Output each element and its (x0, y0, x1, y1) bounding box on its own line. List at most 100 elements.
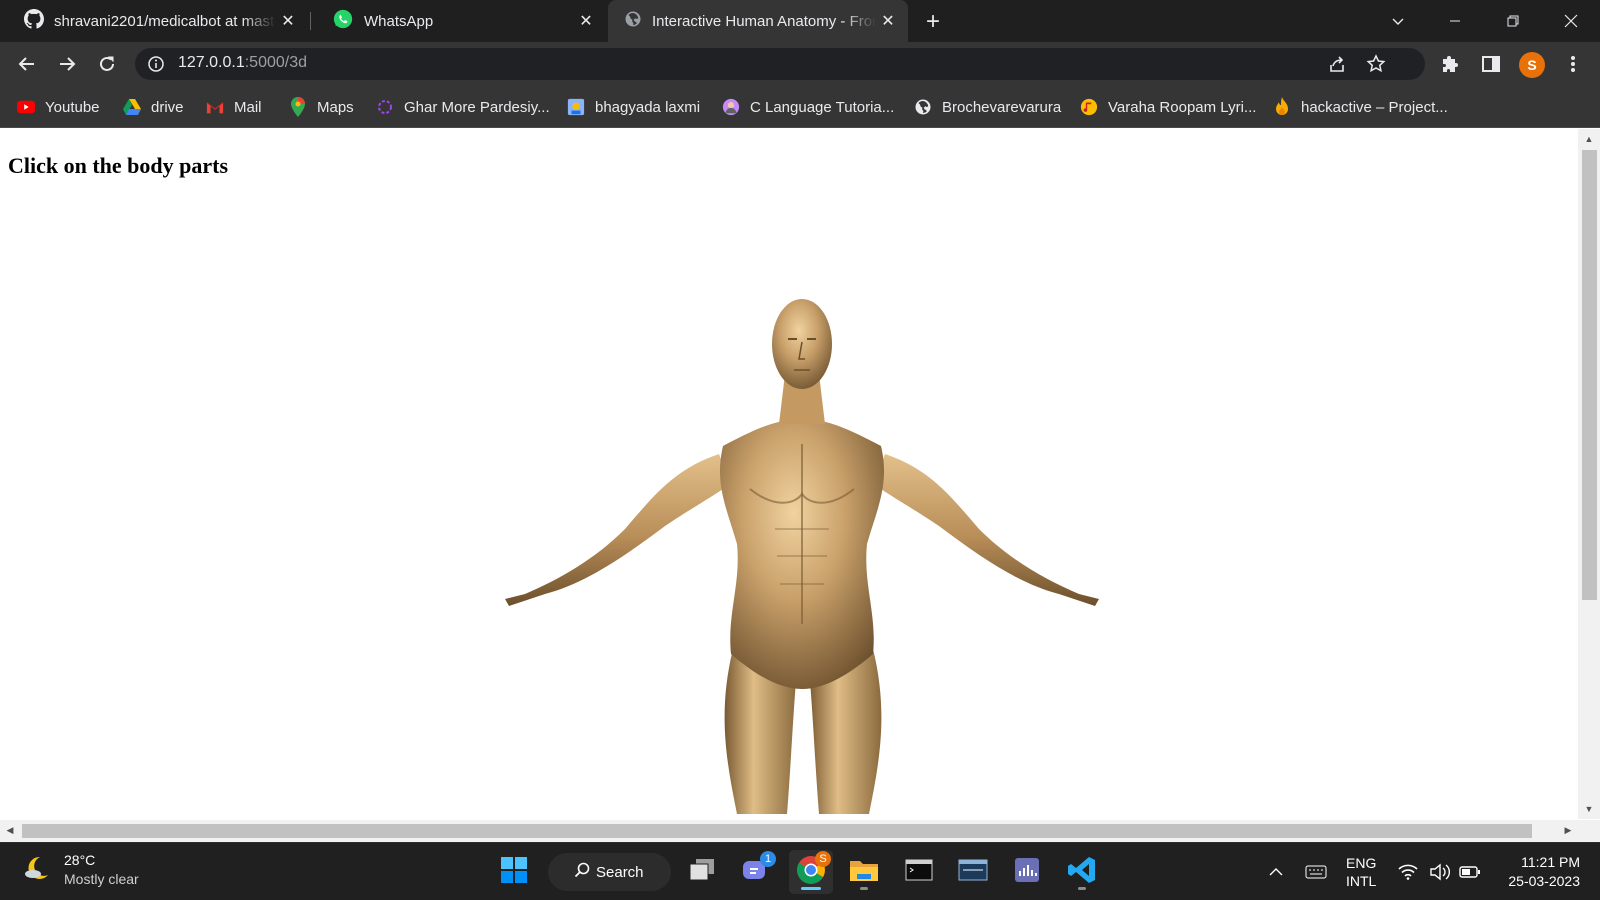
bookmark-label: Ghar More Pardesiy... (404, 98, 550, 116)
moon-cloud-icon (22, 853, 52, 888)
active-app-indicator (801, 887, 821, 890)
globe-icon (914, 98, 932, 116)
file-explorer-button[interactable] (842, 850, 886, 894)
url-path: :5000/3d (244, 54, 308, 71)
url-text[interactable]: 127.0.0.1:5000/3d (178, 54, 307, 72)
bookmark-label: C Language Tutoria... (750, 98, 895, 116)
scroll-right-icon[interactable]: ▶ (1563, 825, 1573, 835)
tab-separator (310, 12, 311, 30)
github-icon (24, 9, 44, 33)
music-icon (1080, 98, 1098, 116)
anatomy-3d-model[interactable] (505, 294, 1105, 814)
tab-search-chevron-down-icon[interactable] (1375, 0, 1421, 42)
forward-arrow-icon[interactable] (53, 50, 81, 78)
search-icon (574, 862, 590, 882)
keyboard-icon[interactable] (1305, 843, 1327, 901)
bookmark-brochevarevarura[interactable]: Brochevarevarura (914, 95, 1061, 119)
scroll-down-icon[interactable]: ▼ (1584, 804, 1594, 814)
tab-title: shravani2201/medicalbot at master (54, 12, 276, 30)
app-button[interactable] (1005, 850, 1049, 894)
task-view-icon (688, 858, 716, 887)
address-bar[interactable]: 127.0.0.1:5000/3d (135, 48, 1425, 80)
battery-icon[interactable] (1459, 843, 1481, 901)
bookmark-bhagyada[interactable]: bhagyada laxmi (567, 95, 700, 119)
tab-anatomy[interactable]: Interactive Human Anatomy - Front View ✕ (608, 0, 908, 42)
teams-chat-button[interactable]: 1 (734, 850, 778, 894)
url-host: 127.0.0.1 (178, 54, 245, 71)
terminal-button[interactable] (897, 850, 941, 894)
tab-github[interactable]: shravani2201/medicalbot at master ✕ (8, 0, 308, 42)
bookmark-varaha-roopam[interactable]: Varaha Roopam Lyri... (1080, 95, 1256, 119)
wifi-icon[interactable] (1398, 843, 1418, 901)
horizontal-scrollbar[interactable]: ◀ ▶ (0, 820, 1600, 842)
youtube-icon (17, 98, 35, 116)
scroll-left-icon[interactable]: ◀ (5, 825, 15, 835)
left-arm (505, 454, 730, 606)
language-indicator[interactable]: ENG INTL (1346, 843, 1376, 901)
whatsapp-icon (332, 8, 354, 34)
taskbar-search[interactable]: Search (548, 853, 671, 891)
site-info-icon[interactable] (147, 55, 165, 78)
scroll-up-icon[interactable]: ▲ (1584, 134, 1594, 144)
bookmark-maps[interactable]: Maps (289, 95, 354, 119)
more-menu-icon[interactable] (1559, 50, 1587, 78)
tab-close-icon[interactable]: ✕ (574, 9, 598, 33)
extensions-puzzle-icon[interactable] (1437, 50, 1465, 78)
weather-widget[interactable]: 28°C Mostly clear (22, 851, 139, 889)
running-indicator (1078, 887, 1086, 890)
reload-icon[interactable] (93, 50, 121, 78)
new-tab-button[interactable]: + (920, 8, 946, 35)
tab-strip: shravani2201/medicalbot at master ✕ What… (0, 0, 1600, 42)
volume-icon[interactable] (1429, 843, 1451, 901)
keyboard-layout: INTL (1346, 873, 1377, 889)
show-hidden-icons[interactable] (1269, 843, 1283, 901)
weather-temp: 28°C (64, 852, 96, 868)
bookmark-label: Youtube (45, 98, 100, 116)
bookmark-label: hackactive – Project... (1301, 98, 1448, 116)
chrome-taskbar-button[interactable]: S (789, 850, 833, 894)
bookmark-mail[interactable]: Mail (206, 95, 262, 119)
search-label: Search (596, 863, 644, 881)
bookmark-c-language[interactable]: C Language Tutoria... (722, 95, 894, 119)
bookmark-youtube[interactable]: Youtube (17, 95, 100, 119)
right-arm (874, 454, 1099, 606)
minimize-icon[interactable] (1432, 0, 1478, 42)
close-window-icon[interactable] (1548, 0, 1594, 42)
globe-icon (624, 10, 642, 32)
bookmark-hackactive[interactable]: hackactive – Project... (1273, 95, 1448, 119)
vertical-scrollbar[interactable]: ▲ ▼ (1578, 129, 1600, 819)
chart-app-icon (1013, 856, 1041, 889)
notification-badge: 1 (760, 851, 776, 867)
vscode-button[interactable] (1060, 850, 1104, 894)
share-icon[interactable] (1323, 50, 1351, 78)
horizontal-scroll-thumb[interactable] (22, 824, 1532, 838)
side-panel-icon[interactable] (1477, 50, 1505, 78)
google-drive-icon (123, 98, 141, 116)
browser-toolbar: 127.0.0.1:5000/3d S (0, 42, 1600, 86)
task-view-button[interactable] (680, 850, 724, 894)
gmail-icon (206, 98, 224, 116)
tab-whatsapp[interactable]: WhatsApp ✕ (316, 0, 606, 42)
bookmark-label: Maps (317, 98, 354, 116)
tab-close-icon[interactable]: ✕ (876, 9, 900, 33)
tab-close-icon[interactable]: ✕ (276, 9, 300, 33)
folder-icon (849, 857, 879, 888)
mysql-button[interactable] (951, 850, 995, 894)
start-button[interactable] (492, 850, 536, 894)
restore-icon[interactable] (1490, 0, 1536, 42)
bookmarks-bar: Youtube drive Mail Maps Ghar More Pardes… (0, 86, 1600, 128)
avatar-icon (722, 98, 740, 116)
profile-avatar[interactable]: S (1519, 52, 1545, 78)
vscode-icon (1067, 855, 1097, 890)
bookmark-drive[interactable]: drive (123, 95, 184, 119)
back-arrow-icon[interactable] (13, 50, 41, 78)
vertical-scroll-thumb[interactable] (1582, 150, 1597, 600)
music-icon (376, 98, 394, 116)
tab-title: WhatsApp (364, 12, 434, 30)
bookmark-label: Varaha Roopam Lyri... (1108, 98, 1257, 116)
weather-condition: Mostly clear (64, 871, 139, 887)
bookmark-ghar-more[interactable]: Ghar More Pardesiy... (376, 95, 550, 119)
clock[interactable]: 11:21 PM 25-03-2023 (1498, 843, 1580, 901)
chrome-profile-badge: S (815, 851, 831, 867)
bookmark-star-icon[interactable] (1362, 50, 1390, 78)
